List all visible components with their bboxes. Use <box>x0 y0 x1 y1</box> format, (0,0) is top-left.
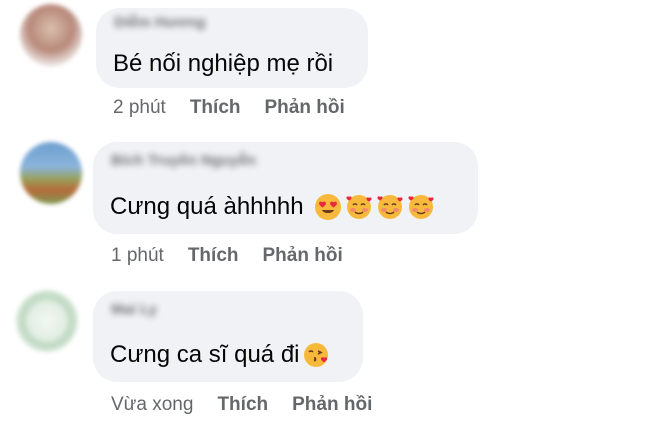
smiling-face-with-hearts-icon <box>407 193 435 221</box>
comment-timestamp[interactable]: Vừa xong <box>111 394 193 415</box>
comment-author[interactable]: Bích Truyền Nguyễn <box>111 152 256 169</box>
comment-actions: 2 phút Thích Phản hồi <box>113 97 369 119</box>
avatar[interactable] <box>20 4 82 66</box>
comment-thread: Diễm Hương Bé nối nghiệp mẹ rồi 2 phút Th… <box>0 0 660 421</box>
avatar[interactable] <box>16 290 78 352</box>
like-button[interactable]: Thích <box>190 97 241 118</box>
avatar[interactable] <box>20 142 82 204</box>
like-button[interactable]: Thích <box>217 394 268 415</box>
comment-author[interactable]: Mai Ly <box>111 301 157 318</box>
reply-button[interactable]: Phản hồi <box>292 394 372 415</box>
comment-bubble: Mai Ly Cưng ca sĩ quá đi <box>93 291 363 382</box>
comment-actions: 1 phút Thích Phản hồi <box>111 245 367 267</box>
kissing-heart-icon <box>302 341 330 369</box>
reply-button[interactable]: Phản hồi <box>263 245 343 266</box>
smiling-face-with-hearts-icon <box>376 193 404 221</box>
comment-author[interactable]: Diễm Hương <box>114 14 206 31</box>
comment-text-content: Bé nối nghiệp mẹ rồi <box>113 50 334 77</box>
comment-bubble: Diễm Hương Bé nối nghiệp mẹ rồi <box>96 8 368 88</box>
like-button[interactable]: Thích <box>188 245 239 266</box>
smiling-face-with-hearts-icon <box>345 193 373 221</box>
reply-button[interactable]: Phản hồi <box>265 97 345 118</box>
heart-eyes-icon <box>314 193 342 221</box>
comment-text: Bé nối nghiệp mẹ rồi <box>113 48 333 80</box>
comment-bubble: Bích Truyền Nguyễn Cưng quá àhhhhh <box>93 142 478 234</box>
comment-text-content: Cưng ca sĩ quá đi <box>110 341 300 368</box>
comment-timestamp[interactable]: 2 phút <box>113 97 166 118</box>
comment-timestamp[interactable]: 1 phút <box>111 245 164 266</box>
comment-text-content: Cưng quá àhhhhh <box>110 193 304 220</box>
comment-text: Cưng quá àhhhhh <box>110 191 435 223</box>
comment-actions: Vừa xong Thích Phản hồi <box>111 394 396 416</box>
comment-text: Cưng ca sĩ quá đi <box>110 339 330 371</box>
